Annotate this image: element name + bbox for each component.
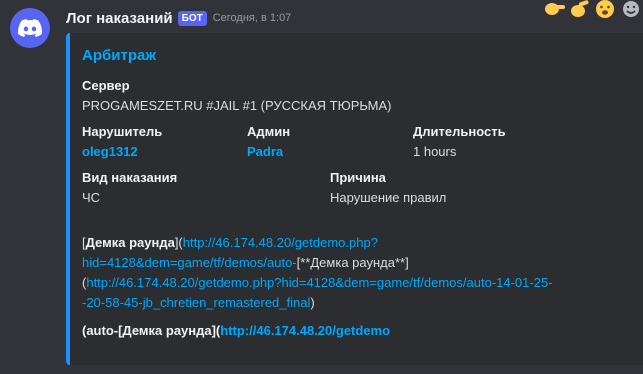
hand-point-right-icon[interactable] [567, 0, 591, 20]
embed-description: [Демка раунда](http://46.174.48.20/getde… [82, 233, 567, 341]
field-value: 1 hours [413, 144, 457, 159]
field-name: Нарушитель [82, 124, 163, 139]
demo-link[interactable]: http://46.174.48.20/getdemo [220, 323, 390, 338]
demo-label: (auto-[Демка раунда]( [82, 323, 221, 338]
field-value: ЧС [82, 190, 101, 205]
field-name: Сервер [82, 78, 130, 93]
timestamp[interactable]: Сегодня, в 1:07 [213, 12, 292, 24]
admin-link[interactable]: Padra [247, 143, 290, 161]
username[interactable]: Лог наказаний [66, 10, 173, 27]
embed-card: Арбитраж Сервер PROGAMESZET.RU #JAIL #1 … [66, 33, 643, 365]
field-name: Вид наказания [82, 170, 178, 185]
bot-avatar[interactable] [10, 8, 50, 48]
description-paragraph: [Демка раунда](http://46.174.48.20/getde… [82, 233, 567, 313]
demo-label: Демка раунда [85, 235, 175, 250]
field-value: PROGAMESZET.RU #JAIL #1 (РУССКАЯ ТЮРЬМА) [82, 98, 392, 113]
field-name: Причина [330, 170, 386, 185]
demo-link[interactable]: http://46.174.48.20/getdemo.php?hid=4128… [82, 275, 553, 310]
field-offender: Нарушитель oleg1312 [82, 123, 162, 161]
field-name: Админ [247, 124, 291, 139]
message-header: Лог наказаний БОТ Сегодня, в 1:07 [66, 8, 291, 28]
bracket-text: ]( [174, 235, 183, 250]
reaction-bar [541, 0, 643, 20]
emoji-add-icon[interactable] [619, 0, 643, 20]
embed-title[interactable]: Арбитраж [82, 47, 156, 64]
field-punishment: Вид наказания ЧС [82, 169, 177, 207]
offender-link[interactable]: oleg1312 [82, 143, 162, 161]
field-value: Нарушение правил [330, 190, 447, 205]
bot-tag: БОТ [177, 10, 207, 26]
field-reason: Причина Нарушение правил [330, 169, 446, 207]
discord-logo-icon [18, 19, 42, 37]
smiley-face-icon[interactable] [593, 0, 617, 20]
field-name: Длительность [413, 124, 506, 139]
bracket-text: ) [310, 295, 315, 310]
hand-point-right-icon[interactable] [541, 0, 565, 20]
description-paragraph: (auto-[Демка раунда](http://46.174.48.20… [82, 321, 567, 341]
field-server: Сервер PROGAMESZET.RU #JAIL #1 (РУССКАЯ … [82, 77, 392, 115]
field-admin: Админ Padra [247, 123, 290, 161]
field-duration: Длительность 1 hours [413, 123, 506, 161]
